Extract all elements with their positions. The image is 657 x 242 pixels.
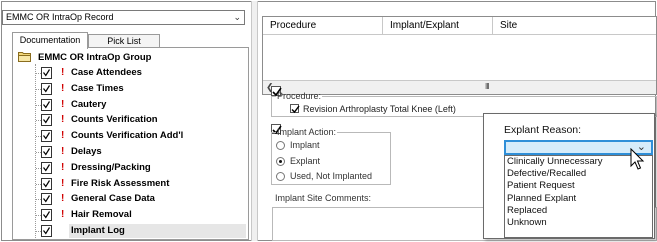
form-document-icon bbox=[41, 177, 52, 190]
form-document-icon bbox=[41, 67, 52, 79]
column-header-procedure[interactable]: Procedure bbox=[263, 17, 383, 34]
required-marker-icon: ! bbox=[61, 67, 65, 78]
form-document-icon bbox=[41, 209, 52, 222]
explant-reason-popup: Explant Reason: ⌄ Clinically Unnecessary… bbox=[483, 113, 655, 239]
tree-item-label: Case Times bbox=[71, 82, 124, 94]
radio-explant[interactable] bbox=[276, 157, 285, 166]
column-header-implant-explant[interactable]: Implant/Explant bbox=[383, 17, 493, 34]
option-replaced[interactable]: Replaced bbox=[505, 205, 652, 217]
tree-item-label: Fire Risk Assessment bbox=[71, 177, 170, 189]
grid-header: Procedure Implant/Explant Site bbox=[263, 17, 656, 35]
form-document-icon bbox=[41, 130, 52, 143]
tree-root-group[interactable]: EMMC OR IntraOp Group bbox=[18, 51, 151, 65]
required-marker-icon: ! bbox=[61, 193, 65, 205]
tree-item-label: Cautery bbox=[71, 98, 107, 110]
required-marker-icon: ! bbox=[61, 209, 65, 221]
radio-implant-label: Implant bbox=[290, 140, 320, 150]
form-document-icon bbox=[41, 193, 52, 206]
radio-explant-label: Explant bbox=[290, 156, 321, 166]
tree-item-label: Counts Verification Add'l bbox=[71, 130, 184, 142]
tree-item[interactable]: ! Case Attendees bbox=[36, 66, 246, 80]
tree-item[interactable]: ! Cautery bbox=[36, 98, 246, 112]
implant-grid: Procedure Implant/Explant Site ❮ III bbox=[262, 16, 657, 95]
scroll-thumb-grip[interactable]: III bbox=[485, 82, 490, 91]
procedure-checkbox[interactable] bbox=[290, 104, 300, 114]
required-marker-icon: ! bbox=[61, 177, 65, 189]
tree-item[interactable]: ! Case Times bbox=[36, 82, 246, 96]
procedure-value: Revision Arthroplasty Total Knee (Left) bbox=[303, 104, 456, 114]
tree-item-label: Dressing/Packing bbox=[71, 161, 151, 173]
radio-implant[interactable] bbox=[276, 141, 285, 150]
option-planned-explant[interactable]: Planned Explant bbox=[505, 193, 652, 205]
form-document-icon bbox=[41, 225, 52, 237]
tab-pick-list[interactable]: Pick List bbox=[88, 34, 160, 48]
form-document-icon bbox=[41, 98, 52, 111]
tree-item[interactable]: Implant Log bbox=[36, 224, 246, 238]
column-header-site[interactable]: Site bbox=[493, 17, 657, 34]
tree-item-label: Hair Removal bbox=[71, 209, 132, 221]
form-document-icon bbox=[41, 146, 52, 158]
form-document-icon bbox=[41, 82, 52, 95]
tree-item-label: Implant Log bbox=[69, 224, 246, 238]
required-marker-icon: ! bbox=[61, 161, 65, 173]
tree-root-label: EMMC OR IntraOp Group bbox=[38, 52, 152, 63]
tree-item[interactable]: ! Delays bbox=[36, 145, 246, 159]
required-marker-icon: ! bbox=[61, 82, 65, 94]
folder-open-icon bbox=[18, 51, 32, 62]
tree-item[interactable]: ! General Case Data bbox=[36, 192, 246, 206]
tree-item[interactable]: ! Counts Verification Add'l bbox=[36, 129, 246, 143]
tree-item[interactable]: ! Counts Verification bbox=[36, 113, 246, 127]
tree-item-label: General Case Data bbox=[71, 193, 155, 205]
record-select-dropdown[interactable]: EMMC OR IntraOp Record ⌄ bbox=[2, 10, 245, 25]
required-marker-icon: ! bbox=[61, 98, 65, 110]
option-unknown[interactable]: Unknown bbox=[505, 217, 652, 229]
tree-item-label: Counts Verification bbox=[71, 114, 158, 126]
grid-header-divider bbox=[263, 34, 656, 35]
required-marker-icon: ! bbox=[61, 130, 65, 142]
chevron-down-icon: ⌄ bbox=[233, 12, 241, 22]
explant-reason-label: Explant Reason: bbox=[504, 124, 582, 136]
radio-used-not-implanted[interactable] bbox=[276, 172, 285, 181]
implant-site-comments-label: Implant Site Comments: bbox=[275, 193, 372, 203]
tab-documentation[interactable]: Documentation bbox=[12, 32, 88, 49]
option-patient-request[interactable]: Patient Request bbox=[505, 180, 652, 192]
tree-item[interactable]: ! Fire Risk Assessment bbox=[36, 177, 246, 191]
tree-item-label: Delays bbox=[71, 146, 102, 157]
implant-action-legend: Implant Action: bbox=[277, 127, 337, 137]
radio-used-not-implanted-label: Used, Not Implanted bbox=[290, 171, 373, 181]
required-marker-icon: ! bbox=[61, 114, 65, 126]
tree-item[interactable]: ! Dressing/Packing bbox=[36, 161, 246, 175]
required-marker-icon: ! bbox=[61, 146, 65, 157]
left-tabs: Documentation Pick List bbox=[12, 32, 242, 49]
tree-item[interactable]: ! Hair Removal bbox=[36, 208, 246, 222]
form-document-icon bbox=[41, 114, 52, 127]
form-document-icon bbox=[41, 161, 52, 174]
pane-splitter[interactable] bbox=[251, 1, 258, 241]
procedure-legend: Procedure: bbox=[277, 91, 322, 101]
mouse-pointer-icon bbox=[630, 148, 645, 170]
tree-item-label: Case Attendees bbox=[71, 67, 142, 78]
record-select-value: EMMC OR IntraOp Record bbox=[6, 12, 114, 22]
